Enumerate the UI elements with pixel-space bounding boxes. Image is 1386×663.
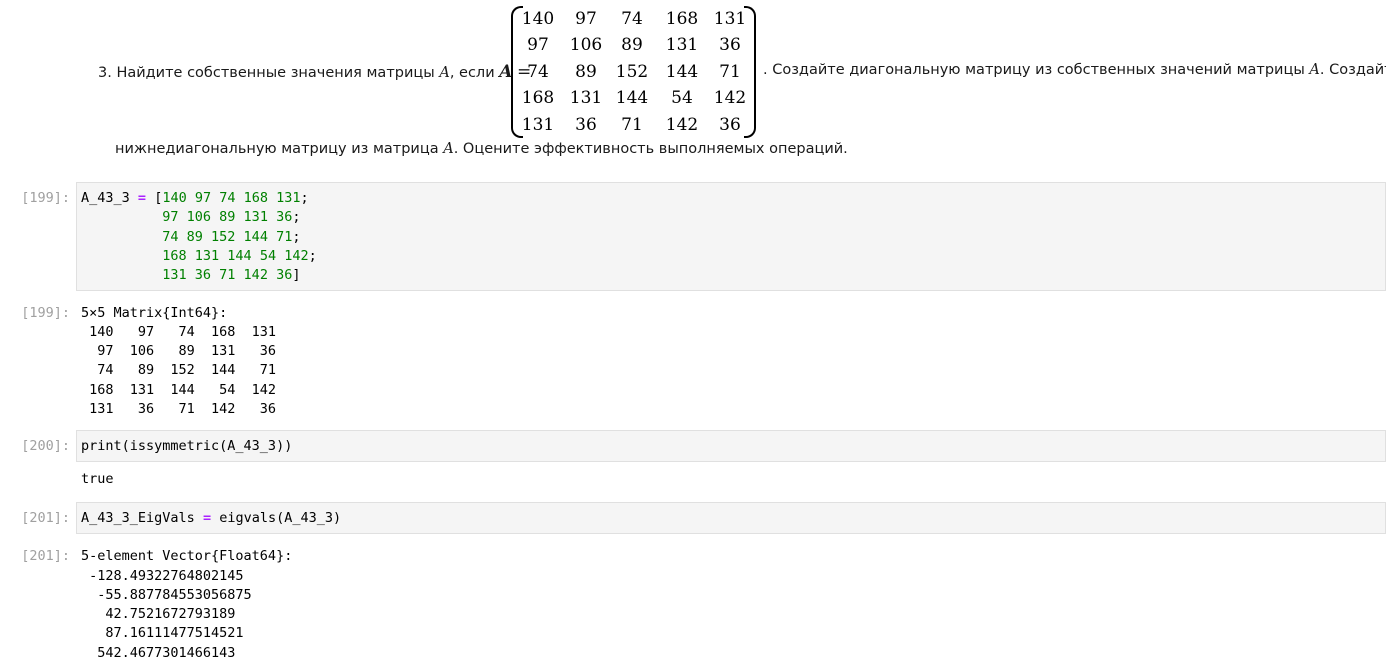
output-line: 5-element Vector{Float64}: (81, 548, 293, 564)
output-line: 74 89 152 144 71 (81, 362, 277, 378)
task-text-line1-end: . Создайте диагональную матрицу из собст… (763, 62, 1386, 78)
matrix-cell: 97 (527, 35, 549, 55)
matrix-cell: 142 (713, 88, 747, 108)
code-line: 168 131 144 54 142; (81, 248, 317, 264)
code-line: print(issymmetric(A_43_3)) (81, 438, 293, 454)
task-text: , если (449, 65, 500, 81)
code-operator: = (202, 510, 212, 526)
matrix-cell: 36 (719, 35, 741, 55)
matrix-cell: 74 (527, 62, 549, 82)
output-line: 87.16111477514521 (81, 625, 244, 641)
output-line: -55.887784553056875 (81, 587, 252, 603)
task-text-line1: 3. Найдите собственные значения матрицы … (98, 62, 531, 82)
input-prompt: [199]: (21, 190, 70, 206)
matrix-cell: 97 (575, 9, 597, 29)
matrix-cell: 89 (621, 35, 643, 55)
output-line: 542.4677301466143 (81, 645, 236, 661)
math-var-a: A (443, 141, 454, 157)
output-prompt: [201]: (21, 548, 70, 564)
matrix-cell: 131 (521, 115, 555, 135)
task-text: нижнедиагональную матрицу из матрица (115, 141, 444, 157)
task-text: 3. Найдите собственные значения матрицы (98, 65, 440, 81)
code-numbers: 74 89 152 144 71 (162, 229, 293, 245)
matrix-cell: 131 (665, 35, 699, 55)
output-line: 131 36 71 142 36 (81, 401, 277, 417)
matrix-cell: 131 (569, 88, 603, 108)
matrix-cell: 36 (575, 115, 597, 135)
code-cell-199[interactable]: A_43_3 = [140 97 74 168 131; 97 106 89 1… (76, 182, 1386, 291)
output-line: true (81, 471, 114, 487)
output-prompt: [199]: (21, 305, 70, 321)
matrix-cell: 142 (665, 115, 699, 135)
matrix-cell: 152 (615, 62, 649, 82)
matrix-cell: 131 (713, 9, 747, 29)
output-line: 168 131 144 54 142 (81, 382, 277, 398)
matrix-cell: 168 (521, 88, 555, 108)
matrix-cell: 74 (621, 9, 643, 29)
input-prompt: [200]: (21, 438, 70, 454)
code-semicolon: ; (292, 229, 301, 245)
matrix-cell: 71 (621, 115, 643, 135)
code-line: 97 106 89 131 36; (81, 209, 300, 225)
code-operator: = (137, 190, 147, 206)
code-line: 131 36 71 142 36] (81, 267, 300, 283)
matrix-cell: 168 (665, 9, 699, 29)
code-cell-201[interactable]: A_43_3_EigVals = eigvals(A_43_3) (76, 502, 1386, 534)
output-line: 5×5 Matrix{Int64}: (81, 305, 228, 321)
matrix-cell: 71 (719, 62, 741, 82)
code-numbers: 140 97 74 168 131 (162, 190, 301, 206)
task-text: . Создайте (1319, 62, 1386, 78)
input-prompt: [201]: (21, 510, 70, 526)
code-line: 74 89 152 144 71; (81, 229, 300, 245)
output-line: 140 97 74 168 131 (81, 324, 277, 340)
task-text: . Оцените эффективность выполняемых опер… (453, 141, 848, 157)
code-line: A_43_3_EigVals = eigvals(A_43_3) (81, 510, 341, 526)
math-var-a: A (439, 65, 450, 81)
matrix-cell: 106 (569, 35, 603, 55)
matrix-cell: 144 (665, 62, 699, 82)
code-cell-200[interactable]: print(issymmetric(A_43_3)) (76, 430, 1386, 462)
code-var: A_43_3_EigVals (81, 510, 195, 526)
task-text: . Создайте диагональную матрицу из собст… (763, 62, 1310, 78)
task-text-line2: нижнедиагональную матрицу из матрица A. … (115, 141, 848, 157)
math-var-a: A (1309, 62, 1320, 78)
code-var: A_43_3 (81, 190, 130, 206)
code-call: eigvals(A_43_3) (219, 510, 342, 526)
matrix-cell: 140 (521, 9, 555, 29)
code-numbers: 131 36 71 142 36 (162, 267, 293, 283)
code-semicolon: ; (292, 209, 301, 225)
code-line: A_43_3 = [140 97 74 168 131; (81, 190, 309, 206)
task-markdown-cell: 3. Найдите собственные значения матрицы … (0, 0, 1386, 170)
output-line: 97 106 89 131 36 (81, 343, 277, 359)
matrix-a: 140 97 74 168 131 97 106 89 131 36 74 89 152 144 71 168… (511, 6, 756, 138)
matrix-cell: 36 (719, 115, 741, 135)
output-line: -128.49322764802145 (81, 568, 244, 584)
matrix-cell: 54 (671, 88, 693, 108)
code-bracket: ] (292, 267, 301, 283)
matrix-cell: 89 (575, 62, 597, 82)
code-semicolon: ; (300, 190, 309, 206)
code-numbers: 168 131 144 54 142 (162, 248, 309, 264)
output-line: 42.7521672793189 (81, 606, 236, 622)
code-numbers: 97 106 89 131 36 (162, 209, 293, 225)
code-semicolon: ; (308, 248, 317, 264)
matrix-cell: 144 (615, 88, 649, 108)
